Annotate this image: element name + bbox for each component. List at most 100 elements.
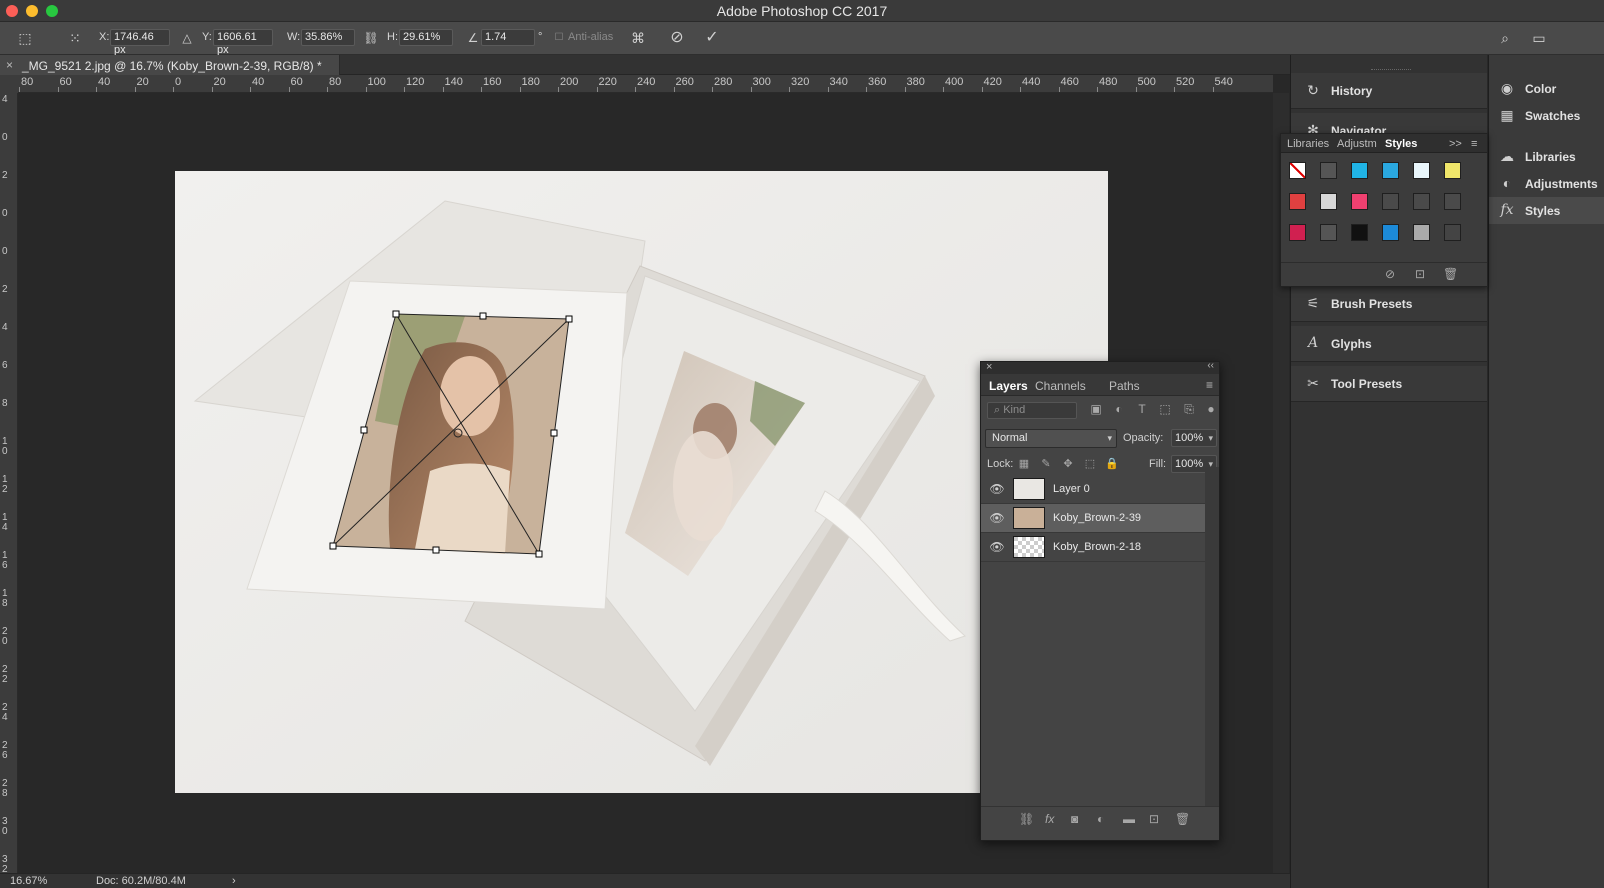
visibility-eye-icon[interactable]: 👁 — [989, 540, 1005, 554]
style-swatch[interactable] — [1351, 224, 1368, 241]
history-panel-button[interactable]: ↻ History — [1291, 73, 1487, 109]
close-document-icon[interactable]: × — [6, 58, 13, 72]
clear-style-icon[interactable]: ⊘ — [1385, 267, 1395, 281]
styles-panel-button[interactable]: fx Styles — [1489, 197, 1604, 224]
swatches-panel-button[interactable]: ▦ Swatches — [1489, 102, 1604, 129]
height-field[interactable]: 29.61% — [399, 29, 453, 46]
layers-panel-header[interactable]: × ‹‹ — [981, 360, 1219, 374]
style-swatch[interactable] — [1444, 224, 1461, 241]
layers-scrollbar[interactable] — [1205, 467, 1219, 807]
delta-icon[interactable]: △ — [176, 27, 198, 49]
style-swatch[interactable] — [1413, 224, 1430, 241]
commit-transform-icon[interactable]: ✓ — [701, 27, 723, 49]
document-title: _MG_9521 2.jpg @ 16.7% (Koby_Brown-2-39,… — [22, 59, 322, 73]
filter-toggle-icon[interactable]: ● — [1203, 402, 1219, 418]
style-swatch[interactable] — [1382, 193, 1399, 210]
opacity-field[interactable]: 100% ▾ — [1171, 429, 1217, 447]
filter-type-icon[interactable]: T — [1134, 402, 1150, 418]
visibility-eye-icon[interactable]: 👁 — [989, 511, 1005, 525]
delete-layer-icon[interactable]: 🗑 — [1175, 812, 1190, 826]
y-field[interactable]: 1606.61 px — [213, 29, 273, 56]
lock-position-icon[interactable]: ✥ — [1061, 457, 1075, 471]
adjustment-layer-icon[interactable]: ◐ — [1097, 812, 1104, 826]
new-layer-icon[interactable]: ⊡ — [1149, 812, 1159, 826]
style-swatch[interactable] — [1320, 224, 1337, 241]
x-field[interactable]: 1746.46 px — [110, 29, 170, 56]
style-swatch[interactable] — [1413, 162, 1430, 179]
tool-presets-panel-button[interactable]: ✂ Tool Presets — [1291, 366, 1487, 402]
delete-style-icon[interactable]: 🗑 — [1443, 267, 1458, 281]
lock-all-icon[interactable]: 🔒 — [1105, 457, 1119, 471]
link-layers-icon[interactable]: ⛓ — [1019, 812, 1034, 826]
new-style-icon[interactable]: ⊡ — [1415, 267, 1425, 281]
reference-point-icon[interactable]: ⁙ — [64, 27, 86, 49]
brush-presets-panel-button[interactable]: ⚟ Brush Presets — [1291, 286, 1487, 322]
filter-smart-object-icon[interactable]: ⎘ — [1181, 402, 1197, 418]
panel-menu-icon[interactable]: ≡ — [1471, 138, 1477, 150]
status-menu-arrow[interactable]: › — [232, 875, 236, 887]
layer-style-fx-icon[interactable]: fx — [1045, 812, 1054, 826]
style-swatch[interactable] — [1351, 193, 1368, 210]
style-swatch[interactable] — [1382, 224, 1399, 241]
document-tab[interactable]: × _MG_9521 2.jpg @ 16.7% (Koby_Brown-2-3… — [0, 55, 340, 75]
horizontal-ruler[interactable]: 80 60 40 20 0 20 40 60 80 100 120 140 160 180 200 220 24… — [18, 75, 1273, 93]
vertical-ruler[interactable]: 4 0 2 0 0 2 4 6 8 1 0 1 2 1 4 1 6 1 8 2 0 2 2 2 4 2 6 2 8 3… — [0, 93, 18, 877]
angle-field[interactable]: 1.74 — [481, 29, 535, 46]
blend-mode-select[interactable]: Normal ▾ — [985, 429, 1117, 448]
ruler-tick-label: 160 — [483, 76, 502, 88]
expand-panels-icon[interactable]: >> — [1449, 138, 1462, 150]
libraries-panel-button[interactable]: ☁ Libraries — [1489, 143, 1604, 170]
visibility-eye-icon[interactable]: 👁 — [989, 482, 1005, 496]
color-panel-button[interactable]: ◉ Color — [1489, 75, 1604, 102]
adjustments-panel-button[interactable]: ◐ Adjustments — [1489, 170, 1604, 197]
tab-libraries[interactable]: Libraries — [1287, 138, 1329, 150]
lock-transparent-icon[interactable]: ▦ — [1017, 457, 1031, 471]
tab-paths[interactable]: Paths — [1109, 379, 1140, 393]
ruler-tick-label: 0 — [2, 132, 8, 143]
glyphs-panel-button[interactable]: A Glyphs — [1291, 326, 1487, 362]
ruler-tick — [442, 87, 444, 92]
layer-row[interactable]: 👁 Koby_Brown-2-39 — [981, 504, 1205, 533]
style-swatch[interactable] — [1289, 162, 1306, 179]
close-panel-icon[interactable]: × — [986, 361, 992, 373]
ruler-tick — [1097, 87, 1098, 92]
filter-shape-icon[interactable]: ⬚ — [1157, 402, 1173, 418]
tab-channels[interactable]: Channels — [1035, 379, 1086, 393]
lock-paint-icon[interactable]: ✎ — [1039, 457, 1053, 471]
style-swatch[interactable] — [1382, 162, 1399, 179]
width-field[interactable]: 35.86% — [301, 29, 355, 46]
search-icon[interactable]: ⌕ — [1494, 27, 1516, 49]
new-group-icon[interactable]: ▬ — [1123, 812, 1135, 826]
workspace-icon[interactable]: ▭ — [1528, 27, 1550, 49]
tab-adjustments[interactable]: Adjustm — [1337, 138, 1377, 150]
style-swatch[interactable] — [1320, 193, 1337, 210]
style-swatch[interactable] — [1351, 162, 1368, 179]
lock-artboard-icon[interactable]: ⬚ — [1083, 457, 1097, 471]
document-canvas[interactable] — [175, 171, 1108, 793]
style-swatch[interactable] — [1444, 162, 1461, 179]
style-swatch[interactable] — [1320, 162, 1337, 179]
layer-row[interactable]: 👁 Layer 0 — [981, 475, 1205, 504]
layer-filter-kind[interactable]: ⌕ Kind — [987, 402, 1077, 419]
antialias-checkbox[interactable]: ☐ — [553, 27, 565, 49]
warp-icon[interactable]: ⌘ — [627, 27, 649, 49]
style-swatch[interactable] — [1444, 193, 1461, 210]
layers-menu-icon[interactable]: ≡ — [1206, 378, 1213, 392]
cancel-transform-icon[interactable]: ⊘ — [666, 27, 688, 49]
ruler-corner[interactable] — [0, 75, 18, 93]
style-swatch[interactable] — [1413, 193, 1430, 210]
layer-row[interactable]: 👁 Koby_Brown-2-18 — [981, 533, 1205, 562]
tab-layers[interactable]: Layers — [989, 379, 1028, 393]
filter-adjustment-icon[interactable]: ◐ — [1111, 402, 1127, 418]
collapse-panel-icon[interactable]: ‹‹ — [1207, 360, 1214, 371]
filter-pixel-icon[interactable]: ▣ — [1088, 402, 1104, 418]
h-label: H: — [387, 31, 398, 43]
zoom-level[interactable]: 16.67% — [10, 875, 47, 887]
style-swatch[interactable] — [1289, 224, 1306, 241]
link-icon[interactable]: ⛓ — [360, 27, 382, 49]
transform-tool-icon[interactable]: ⬚ — [14, 27, 36, 49]
add-mask-icon[interactable]: ◙ — [1071, 812, 1078, 826]
opacity-label: Opacity: — [1123, 432, 1164, 444]
tab-styles[interactable]: Styles — [1385, 138, 1417, 150]
style-swatch[interactable] — [1289, 193, 1306, 210]
